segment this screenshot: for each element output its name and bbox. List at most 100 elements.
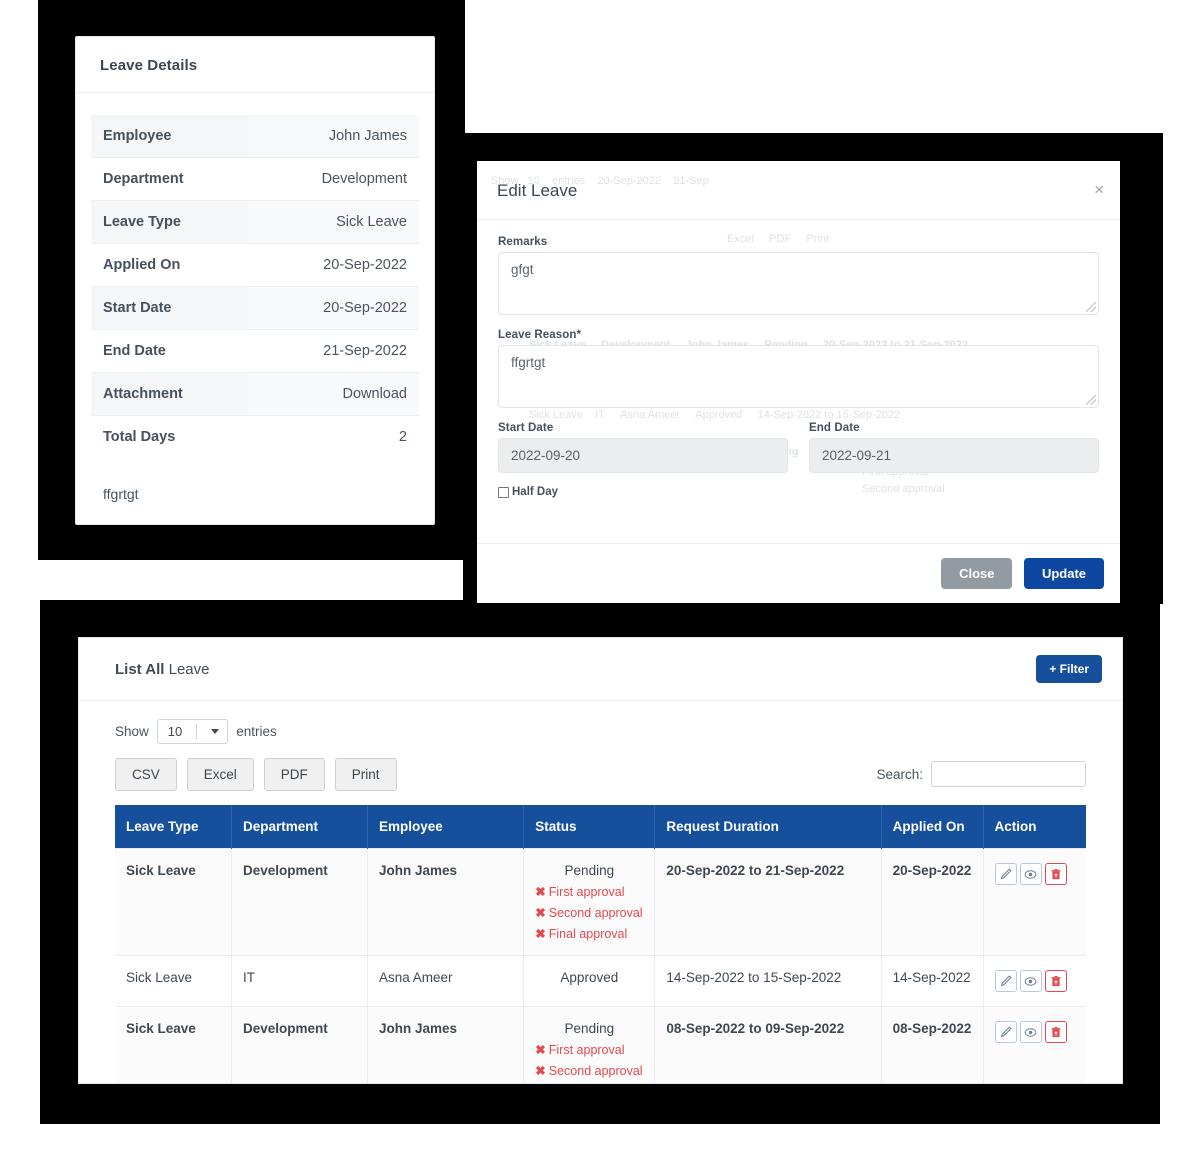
export-pdf-button[interactable]: PDF <box>263 758 325 791</box>
approval-label: First approval <box>548 885 625 899</box>
cell-action <box>983 1006 1086 1083</box>
search-group: Search: <box>876 761 1086 791</box>
entries-per-page-select[interactable]: 10 <box>156 719 229 744</box>
modal-title: Edit Leave <box>497 181 578 200</box>
detail-value: 2 <box>248 415 419 458</box>
detail-value: Sick Leave <box>248 200 419 244</box>
approval-cross-icon: ✖ <box>535 906 546 920</box>
start-date-input[interactable]: 2022-09-20 <box>498 438 788 473</box>
trash-delete-icon[interactable] <box>1044 1021 1067 1043</box>
column-header-employee[interactable]: Employee <box>367 805 525 849</box>
action-buttons <box>994 970 1075 992</box>
resize-handle-icon[interactable] <box>1086 302 1096 312</box>
detail-key: Applied On <box>91 243 249 287</box>
update-button[interactable]: Update <box>1023 558 1104 589</box>
resize-handle-icon[interactable] <box>1086 395 1096 405</box>
show-label: Show <box>115 724 149 739</box>
approval-cross-icon: ✖ <box>535 885 546 899</box>
action-buttons <box>994 863 1075 885</box>
table-row: Sick Leave Development John James Pending ✖ F… <box>115 848 1086 956</box>
close-icon[interactable]: × <box>1094 181 1104 198</box>
approval-label: First approval <box>548 1043 625 1057</box>
column-header-applied-on[interactable]: Applied On <box>881 805 984 849</box>
cell-request-duration: 20-Sep-2022 to 21-Sep-2022 <box>654 848 882 956</box>
half-day-label: Half Day <box>512 486 559 498</box>
remarks-textarea[interactable]: gfgt <box>498 252 1099 315</box>
leave-details-table: Employee John James Department Development L… <box>91 115 419 458</box>
leave-reason-textarea[interactable]: ffgrtgt <box>498 345 1099 408</box>
export-csv-button[interactable]: CSV <box>115 758 177 791</box>
detail-key: Employee <box>91 115 249 158</box>
edit-pencil-icon[interactable] <box>994 970 1017 992</box>
filter-button[interactable]: + Filter <box>1036 655 1102 683</box>
leave-reason-value: ffgrtgt <box>511 355 546 370</box>
list-title-bold: List All <box>115 660 165 678</box>
detail-value: John James <box>248 115 419 158</box>
approval-label: Final approval <box>548 927 628 941</box>
approval-step: ✖ First approval <box>535 884 643 899</box>
modal-footer: Close Update <box>477 543 1120 603</box>
edit-pencil-icon[interactable] <box>994 1021 1017 1043</box>
show-entries-row: Show 10 entries <box>115 719 1086 744</box>
status-badge: Pending <box>564 863 615 878</box>
detail-key: Leave Type <box>91 200 249 244</box>
chevron-down-icon <box>211 729 220 734</box>
detail-row: Attachment Download <box>91 372 419 416</box>
approval-step: ✖ Second approval <box>535 905 643 920</box>
approval-cross-icon: ✖ <box>535 1064 546 1078</box>
detail-row: Start Date 20-Sep-2022 <box>91 286 419 330</box>
detail-key: Attachment <box>91 372 249 416</box>
end-date-input[interactable]: 2022-09-21 <box>809 438 1099 473</box>
column-header-leave-type[interactable]: Leave Type <box>115 805 233 849</box>
start-date-label: Start Date <box>498 422 554 434</box>
eye-view-icon[interactable] <box>1019 863 1042 885</box>
leave-details-body: Employee John James Department Development L… <box>76 93 434 468</box>
export-buttons-group: CSV Excel PDF Print <box>115 758 397 791</box>
column-header-request-duration[interactable]: Request Duration <box>654 805 882 849</box>
detail-value: 21-Sep-2022 <box>248 329 419 373</box>
cell-action <box>983 848 1086 956</box>
eye-view-icon[interactable] <box>1019 1021 1042 1043</box>
half-day-checkbox[interactable] <box>498 486 509 498</box>
download-link[interactable]: Download <box>248 372 419 416</box>
detail-row: Total Days 2 <box>91 415 419 458</box>
modal-body: Remarks gfgt Leave Reason* ffgrtgt Start… <box>477 220 1120 498</box>
cell-request-duration: 14-Sep-2022 to 15-Sep-2022 <box>654 955 882 1007</box>
approval-cross-icon: ✖ <box>535 927 546 941</box>
entries-value: 10 <box>167 724 183 739</box>
search-input[interactable] <box>931 761 1086 787</box>
export-excel-button[interactable]: Excel <box>186 758 254 791</box>
list-all-leave-panel: List All Leave + Filter Show 10 entries … <box>78 637 1123 1084</box>
select-divider <box>196 724 198 739</box>
approval-label: Second approval <box>548 906 643 920</box>
cell-leave-type: Sick Leave <box>115 955 233 1007</box>
trash-delete-icon[interactable] <box>1044 970 1067 992</box>
close-button[interactable]: Close <box>941 558 1013 589</box>
end-date-label: End Date <box>809 422 860 434</box>
edit-pencil-icon[interactable] <box>994 863 1017 885</box>
cell-employee: John James <box>367 848 525 956</box>
detail-value: 20-Sep-2022 <box>248 286 419 330</box>
modal-header: Edit Leave × <box>477 161 1120 220</box>
detail-key: End Date <box>91 329 249 373</box>
end-date-group: End Date 2022-09-21 <box>809 422 1099 473</box>
column-header-action[interactable]: Action <box>983 805 1086 849</box>
cell-applied-on: 20-Sep-2022 <box>881 848 984 956</box>
cell-status: Approved <box>523 955 656 1007</box>
detail-row: Applied On 20-Sep-2022 <box>91 243 419 287</box>
export-print-button[interactable]: Print <box>334 758 397 791</box>
cell-applied-on: 14-Sep-2022 <box>881 955 984 1007</box>
trash-delete-icon[interactable] <box>1044 863 1067 885</box>
eye-view-icon[interactable] <box>1019 970 1042 992</box>
cell-leave-type: Sick Leave <box>115 1006 233 1083</box>
column-header-department[interactable]: Department <box>231 805 368 849</box>
status-badge: Pending <box>564 1021 615 1036</box>
leave-reason-label: Leave Reason* <box>498 329 582 341</box>
column-header-status[interactable]: Status <box>523 805 656 849</box>
half-day-row: Half Day <box>498 486 1099 498</box>
start-date-group: Start Date 2022-09-20 <box>498 422 788 473</box>
edit-leave-modal: Show 10 entries 20-Sep-2022 21-Sep Excel… <box>477 161 1120 603</box>
approval-step: ✖ First approval <box>535 1042 643 1057</box>
cell-status: Pending✖First approval✖Second approval✖F… <box>523 848 656 956</box>
detail-row: End Date 21-Sep-2022 <box>91 329 419 373</box>
